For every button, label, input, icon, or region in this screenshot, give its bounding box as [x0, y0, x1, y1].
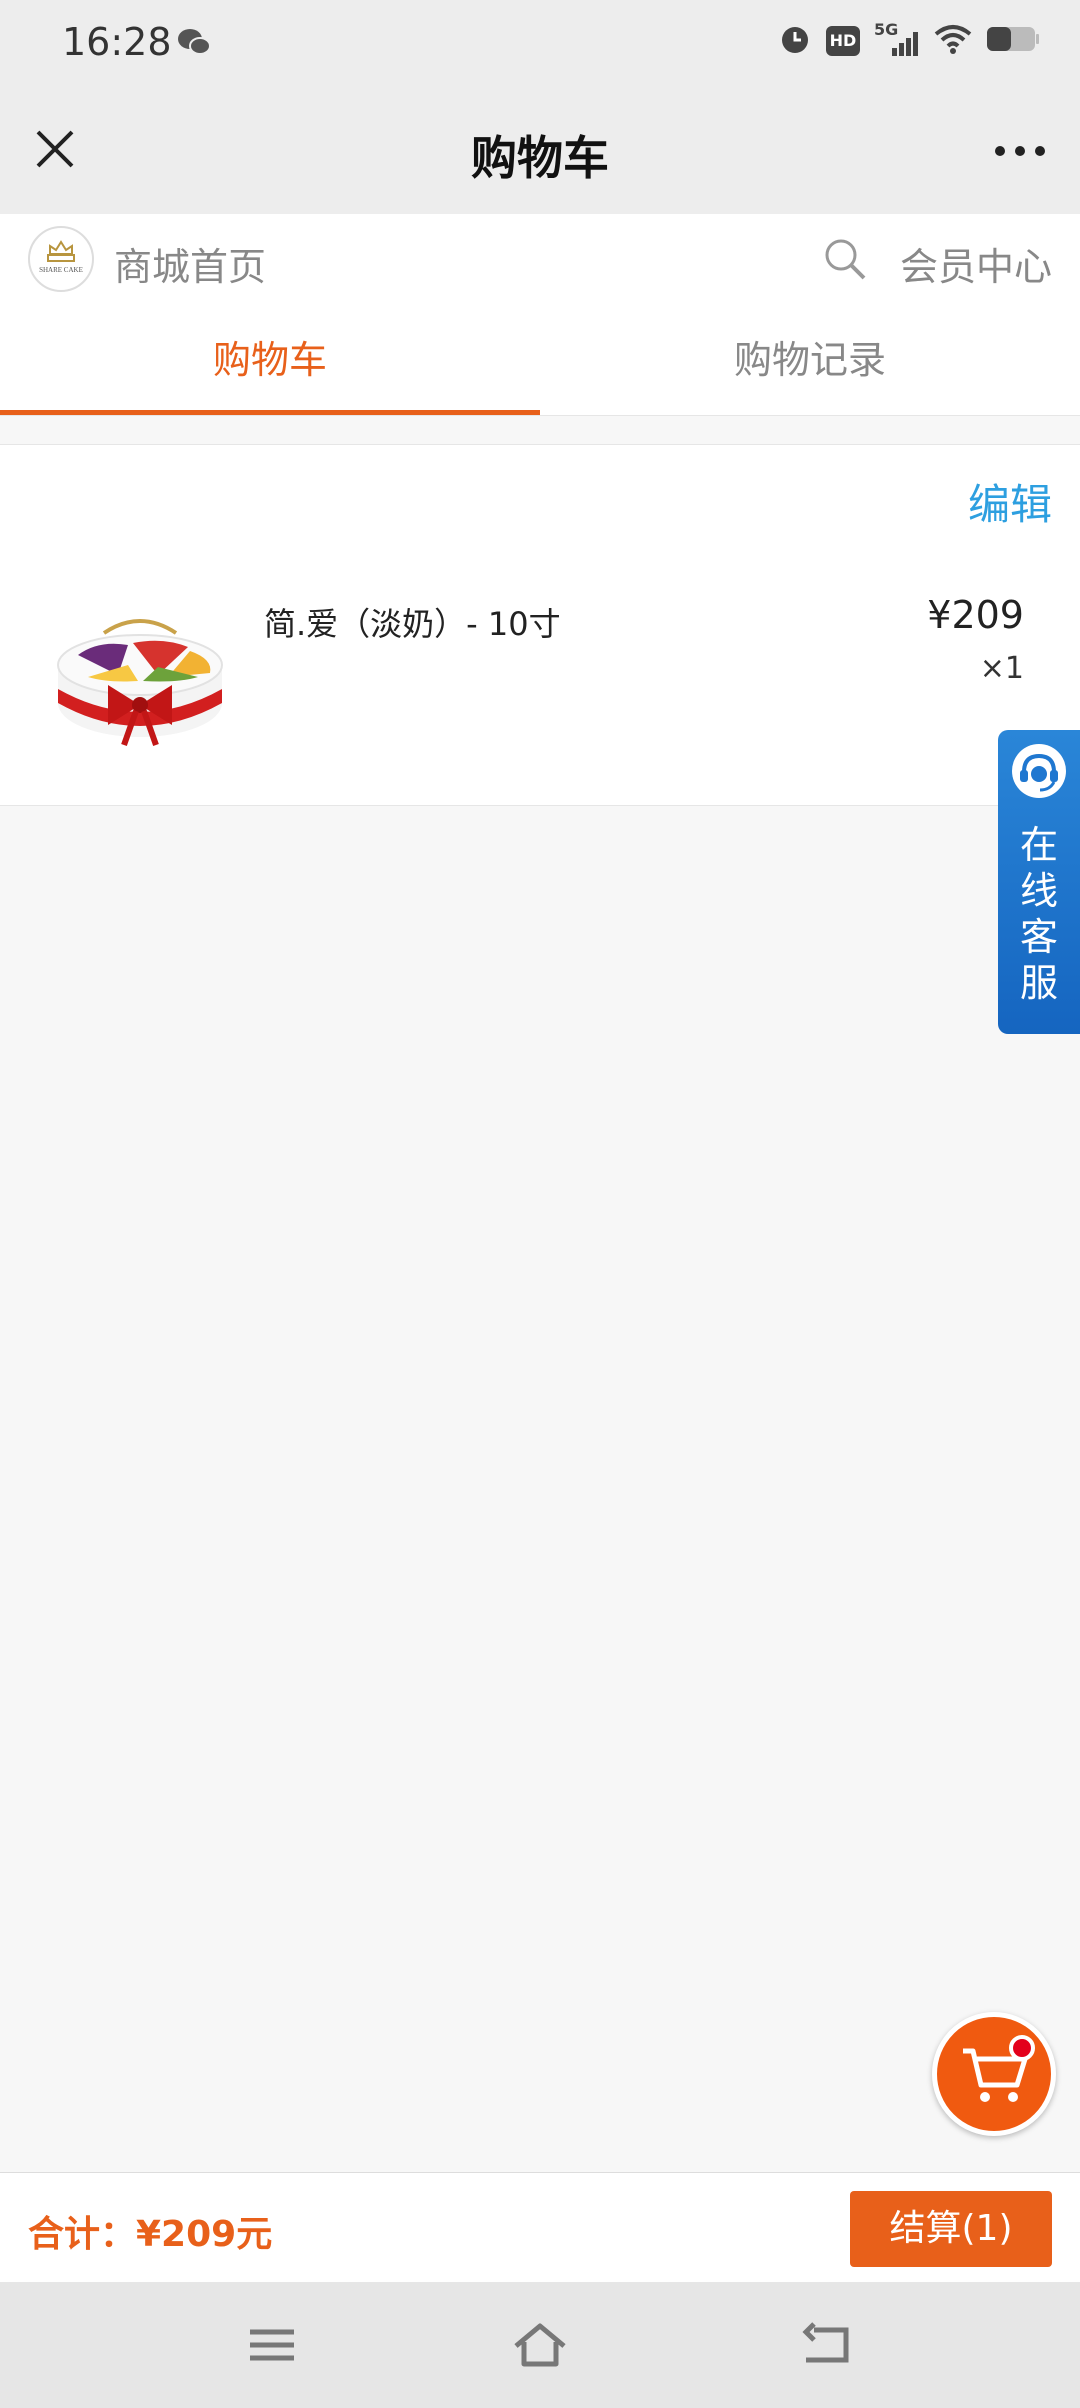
menu-icon[interactable] [244, 2320, 300, 2370]
customer-service-label: 在线客服 [998, 822, 1080, 1006]
checkout-bar: 合计：¥209元 结算(1) [0, 2172, 1080, 2282]
member-center-link[interactable]: 会员中心 [900, 236, 1052, 291]
alarm-icon [778, 22, 812, 60]
page-title: 购物车 [471, 131, 609, 185]
home-icon[interactable] [512, 2320, 568, 2370]
edit-button[interactable]: 编辑 [968, 471, 1052, 532]
tab-purchase-history[interactable]: 购物记录 [540, 304, 1080, 415]
system-nav-bar [0, 2282, 1080, 2408]
customer-service-button[interactable]: 在线客服 [998, 730, 1080, 1034]
store-header: SHARE CAKE 商城首页 会员中心 [0, 214, 1080, 304]
tab-bar: 购物车 购物记录 [0, 304, 1080, 416]
search-icon[interactable] [822, 236, 868, 282]
product-quantity: ×1 [979, 651, 1024, 686]
tab-shopping-cart[interactable]: 购物车 [0, 304, 540, 415]
more-icon[interactable] [990, 126, 1050, 176]
cart-item[interactable]: 简.爱（淡奶）- 10寸 ¥209 ×1 [0, 585, 1080, 785]
wechat-icon [176, 26, 212, 58]
wifi-icon [934, 24, 972, 58]
headset-icon [1010, 742, 1068, 800]
store-logo[interactable]: SHARE CAKE [28, 226, 94, 292]
back-icon[interactable] [798, 2320, 854, 2370]
store-home-link[interactable]: 商城首页 [114, 236, 266, 291]
product-name[interactable]: 简.爱（淡奶）- 10寸 [264, 599, 561, 645]
checkout-button[interactable]: 结算(1) [850, 2191, 1052, 2267]
product-image[interactable] [48, 585, 232, 765]
floating-cart-button[interactable] [932, 2012, 1056, 2136]
product-price: ¥209 [927, 593, 1024, 637]
cart-section: 编辑 简.爱（淡奶）- 10寸 ¥209 ×1 [0, 444, 1080, 806]
battery-icon [986, 25, 1040, 57]
store-logo-text: SHARE CAKE [39, 266, 83, 274]
cart-badge-dot [1009, 2035, 1035, 2061]
total-amount: 合计：¥209元 [28, 2214, 273, 2255]
status-bar: 16:28 HD 5G [0, 0, 1080, 86]
hd-icon: HD [826, 26, 860, 56]
status-icons: HD 5G [778, 20, 1040, 60]
customer-service-text: 在线客服 [1019, 823, 1058, 1005]
status-time: 16:28 [62, 20, 172, 64]
title-bar: 购物车 [0, 86, 1080, 214]
signal-5g-icon: 5G [874, 20, 920, 58]
